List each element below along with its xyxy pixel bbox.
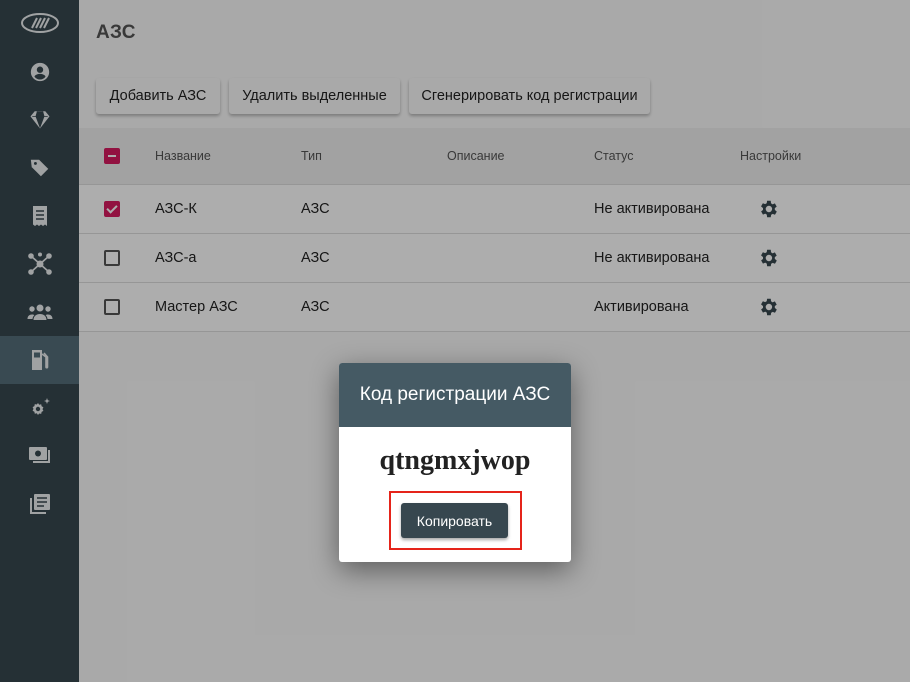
dialog-title: Код регистрации АЗС: [339, 363, 571, 427]
copy-button[interactable]: Копировать: [401, 503, 508, 538]
registration-code-dialog: Код регистрации АЗС qtngmxjwop Копироват…: [339, 363, 571, 562]
registration-code: qtngmxjwop: [379, 445, 531, 476]
modal-backdrop[interactable]: [0, 0, 910, 682]
